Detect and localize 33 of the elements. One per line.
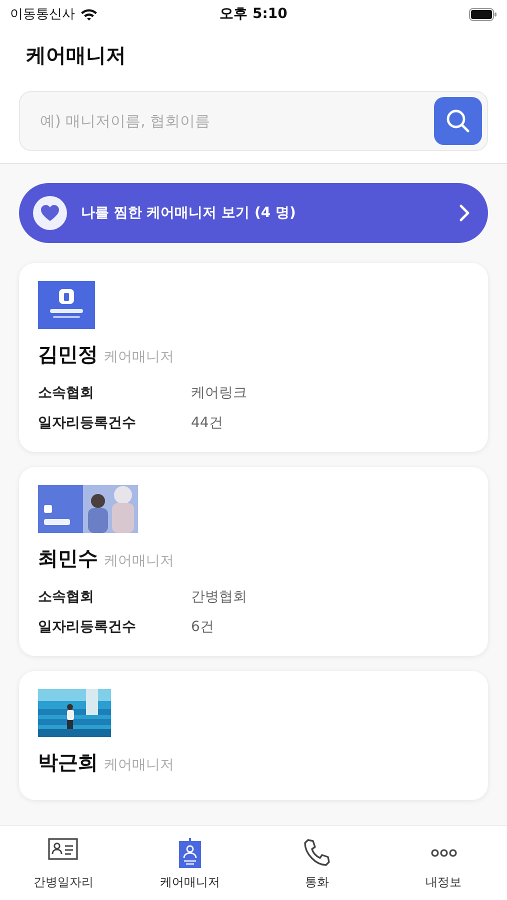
manager-role: 케어매니저 [104,348,174,366]
wifi-icon [80,8,98,20]
clock-time: 오후 5:10 [220,5,288,23]
tab-item[interactable]: 케어매니저 [126,826,254,900]
battery-icon [468,8,497,20]
favorites-banner[interactable]: 나를 찜한 케어매니저 보기 (4 명) [19,183,488,243]
manager-name: 박근희 [38,749,98,776]
manager-card[interactable]: 박근희 케어매니저 [19,671,488,800]
info-label: 소속협회 [38,588,95,606]
tab-item[interactable]: 내정보 [380,826,507,900]
page-title: 케어매니저 [26,42,127,69]
info-value: 6건 [191,618,214,636]
info-value: 케어링크 [191,384,247,402]
info-value: 간병협회 [191,588,247,606]
tab-item[interactable]: 간병일자리 [0,826,127,900]
info-label: 소속협회 [38,384,95,402]
manager-role: 케어매니저 [104,756,174,774]
more-icon [430,848,457,858]
manager-name: 김민정 [38,341,98,368]
search-icon [445,108,471,134]
chevron-right-icon [458,204,470,222]
info-label: 일자리등록건수 [38,414,137,432]
search-button[interactable] [434,97,482,145]
phone-icon [302,838,332,868]
info-value: 44건 [191,414,223,432]
search-field[interactable]: 예) 매니저이름, 협회이름 [19,91,488,151]
manager-role: 케어매니저 [104,552,174,570]
info-label: 일자리등록건수 [38,618,137,636]
tab-item[interactable]: 통화 [254,826,380,900]
manager-card[interactable]: 최민수 케어매니저 소속협회 간병협회 일자리등록건수 6건 [19,467,488,656]
manager-name: 최민수 [38,545,98,572]
carrier-name: 이동통신사 [10,6,75,23]
manager-card[interactable]: 김민정 케어매니저 소속협회 케어링크 일자리등록건수 44건 [19,263,488,452]
